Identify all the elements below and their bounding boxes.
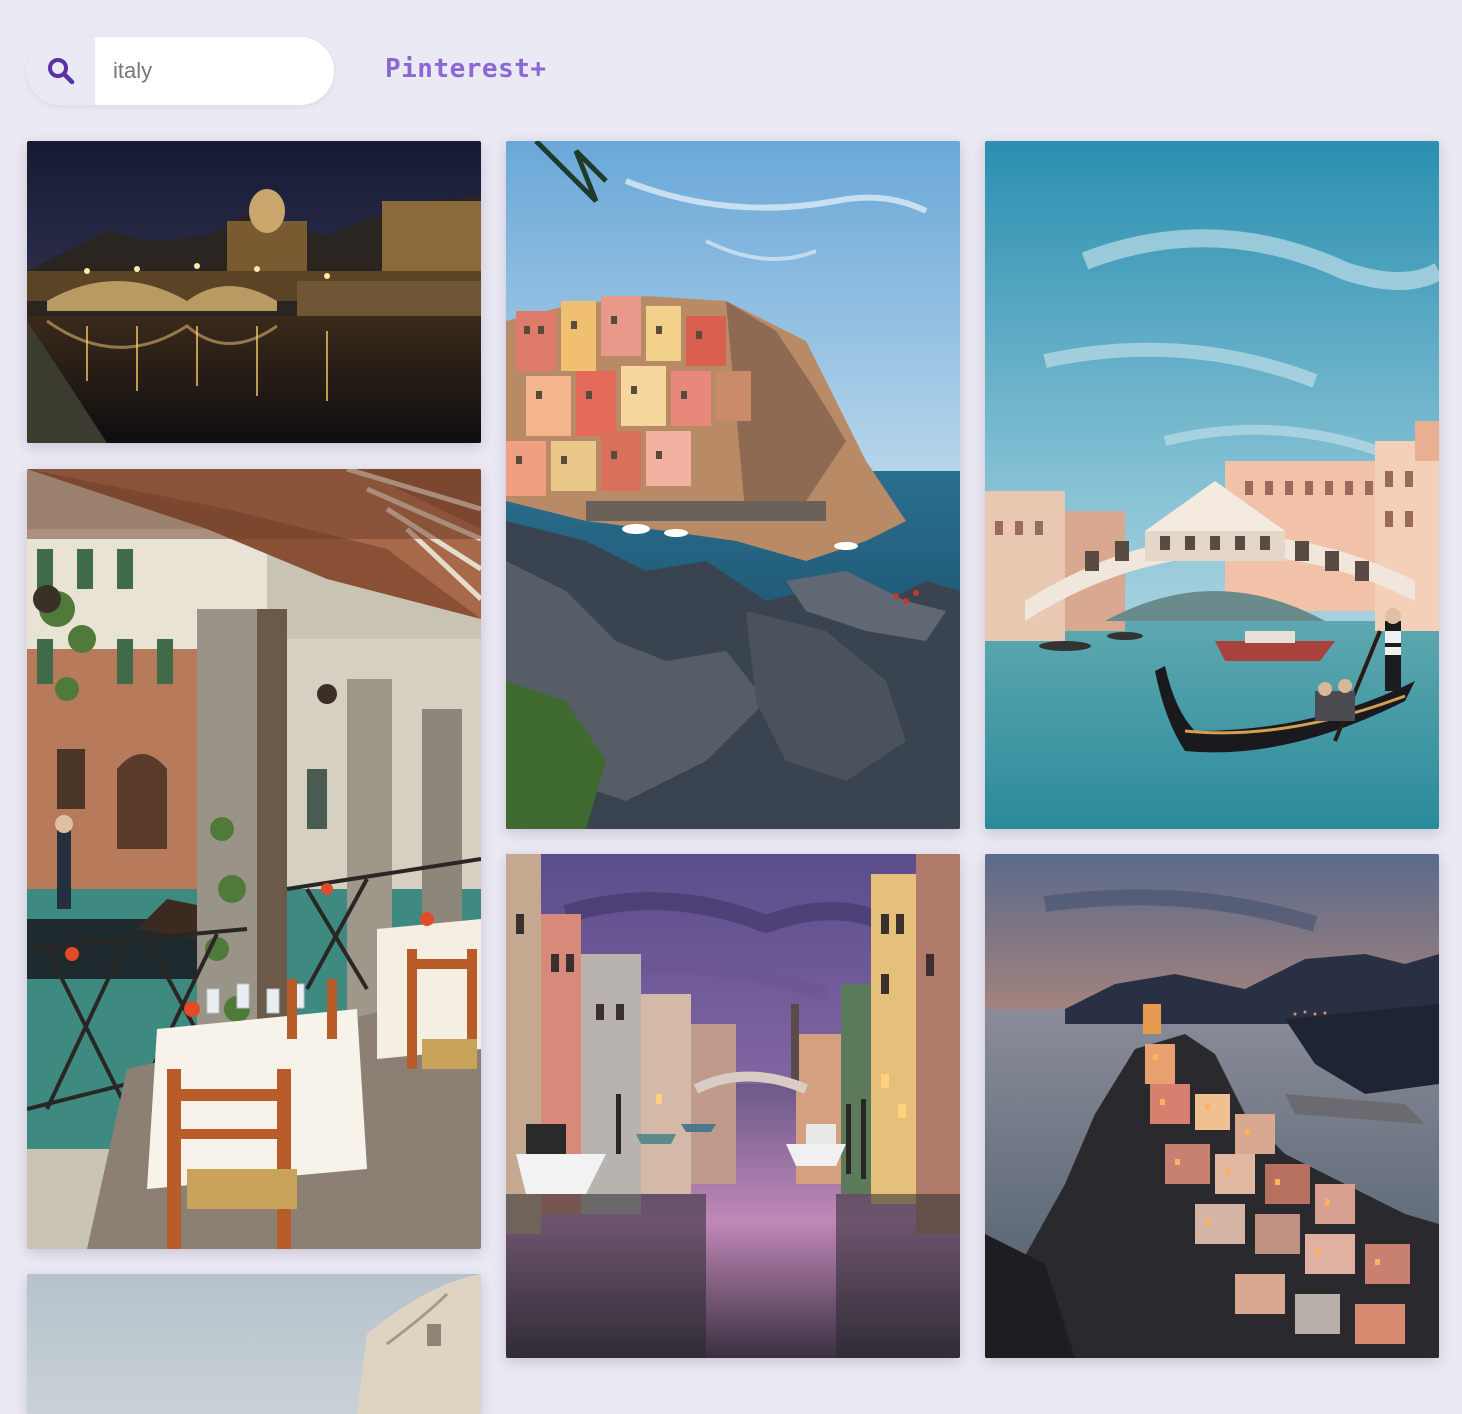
pin-rialto-bridge-gondola[interactable] — [985, 141, 1439, 829]
search-bar — [27, 37, 334, 105]
pin-image — [985, 141, 1439, 829]
pin-image — [27, 469, 481, 1249]
search-input[interactable] — [95, 37, 313, 105]
brand-logo[interactable]: Pinterest+ — [385, 54, 547, 84]
search-icon — [48, 58, 75, 85]
pin-image — [506, 854, 960, 1358]
pin-vernazza-dusk[interactable] — [985, 854, 1439, 1358]
pin-roman-arena[interactable] — [27, 1274, 481, 1414]
search-button[interactable] — [27, 37, 95, 105]
pin-image — [985, 854, 1439, 1358]
pin-image — [27, 1274, 481, 1414]
pin-image — [506, 141, 960, 829]
pin-manarola-cliffside[interactable] — [506, 141, 960, 829]
pin-image — [27, 141, 481, 443]
pin-venice-canal-sunset[interactable] — [506, 854, 960, 1358]
pin-venice-restaurant-canal[interactable] — [27, 469, 481, 1249]
pin-rome-bridge-night[interactable] — [27, 141, 481, 443]
